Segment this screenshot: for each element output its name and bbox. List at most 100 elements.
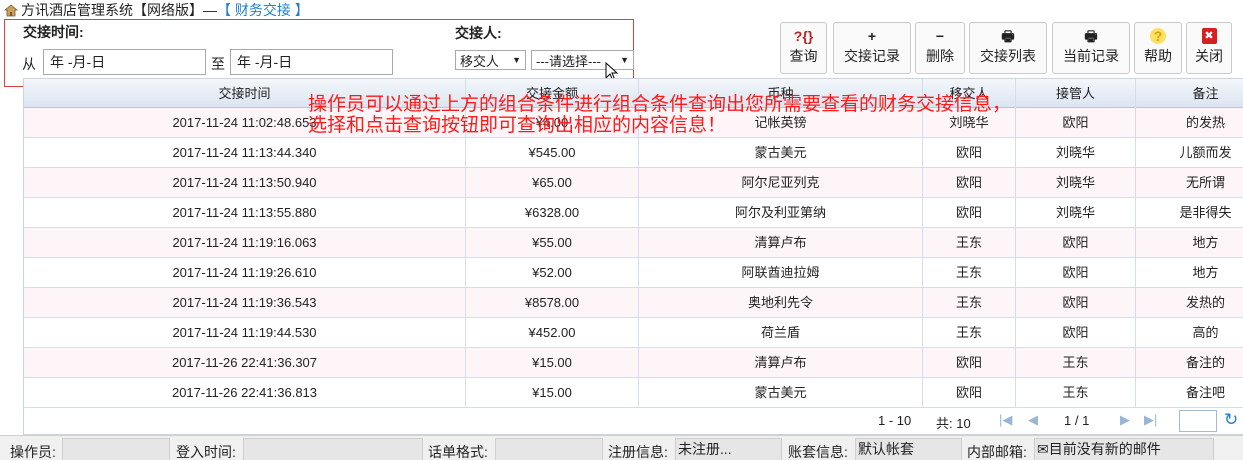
query-button[interactable]: ?{} 查询 bbox=[780, 22, 827, 74]
handover-record-label: 交接记录 bbox=[844, 48, 900, 64]
table-cell: 2017-11-26 22:41:36.813 bbox=[24, 378, 466, 408]
table-cell: 2017-11-24 11:19:16.063 bbox=[24, 228, 466, 258]
page-indicator: 1 / 1 bbox=[1064, 413, 1090, 428]
total-count: 共: 10 bbox=[936, 416, 971, 431]
page-number-input[interactable] bbox=[1179, 410, 1217, 432]
table-row[interactable]: 2017-11-24 11:19:36.543 ¥8578.00 奥地利先令 王东 欧阳… bbox=[24, 288, 1243, 318]
column-header[interactable]: 备注 bbox=[1136, 79, 1243, 109]
table-cell: 2017-11-24 11:19:36.543 bbox=[24, 288, 466, 318]
table-cell: ¥6328.00 bbox=[466, 198, 639, 228]
table-cell: 阿尔尼亚列克 bbox=[639, 168, 923, 198]
minus-icon: − bbox=[935, 28, 945, 44]
table-cell: 备注的 bbox=[1136, 348, 1243, 378]
table-cell: ¥52.00 bbox=[466, 258, 639, 288]
operator-value bbox=[62, 438, 170, 460]
table-row[interactable]: 2017-11-24 11:13:50.940 ¥65.00 阿尔尼亚列克 欧阳 刘晓华… bbox=[24, 168, 1243, 198]
table-cell: 2017-11-24 11:13:44.340 bbox=[24, 138, 466, 168]
table-row[interactable]: 2017-11-26 22:41:36.307 ¥15.00 清算卢布 欧阳 王东 备注的 bbox=[24, 348, 1243, 378]
mail-icon: ✉ bbox=[1037, 441, 1049, 457]
help-button-label: 帮助 bbox=[1144, 48, 1172, 64]
app-title: 方讯酒店管理系统【网络版】— bbox=[21, 2, 217, 18]
mail-value[interactable]: ✉目前没有新的邮件 bbox=[1034, 438, 1214, 460]
date-from-input[interactable] bbox=[43, 49, 206, 75]
table-cell: 欧阳 bbox=[1016, 108, 1136, 138]
pagination-bar: 1 - 10 共: 10 |◀ ◀ 1 / 1 ▶ ▶| ↻ bbox=[23, 408, 1243, 435]
table-cell: 发热的 bbox=[1136, 288, 1243, 318]
table-cell: ¥545.00 bbox=[466, 138, 639, 168]
current-record-button[interactable]: 🖶 当前记录 bbox=[1052, 22, 1130, 74]
current-record-label: 当前记录 bbox=[1063, 48, 1119, 64]
table-row[interactable]: 2017-11-24 11:13:44.340 ¥545.00 蒙古美元 欧阳 刘晓华儿… bbox=[24, 138, 1243, 168]
person-select-value: ---请选择--- bbox=[536, 53, 601, 69]
to-label: 至 bbox=[211, 56, 225, 72]
close-button[interactable]: ✖ 关闭 bbox=[1186, 22, 1232, 74]
table-cell: ¥15.00 bbox=[466, 378, 639, 408]
account-value: 默认帐套 bbox=[855, 438, 962, 460]
close-icon: ✖ bbox=[1201, 28, 1217, 44]
table-cell: 欧阳 bbox=[923, 378, 1016, 408]
table-cell: 刘晓华 bbox=[1016, 138, 1136, 168]
register-label: 注册信息: bbox=[608, 444, 668, 460]
table-cell: ¥452.00 bbox=[466, 318, 639, 348]
prev-page-icon[interactable]: ◀ bbox=[1028, 412, 1038, 428]
person-label: 交接人: bbox=[455, 25, 502, 41]
table-cell: 清算卢布 bbox=[639, 348, 923, 378]
table-cell: ¥65.00 bbox=[466, 168, 639, 198]
first-page-icon[interactable]: |◀ bbox=[999, 412, 1012, 428]
table-cell: 王东 bbox=[1016, 378, 1136, 408]
table-row[interactable]: 2017-11-24 11:19:16.063 ¥55.00 清算卢布 王东 欧阳 地方 bbox=[24, 228, 1243, 258]
table-cell: 欧阳 bbox=[923, 138, 1016, 168]
help-icon: ? bbox=[1150, 28, 1166, 44]
table-cell: 高的 bbox=[1136, 318, 1243, 348]
refresh-icon[interactable]: ↻ bbox=[1224, 410, 1238, 430]
handover-list-button[interactable]: 🖶 交接列表 bbox=[969, 22, 1047, 74]
status-bar: 操作员: 登入时间: 话单格式: 注册信息: 未注册... 账套信息: 默认帐套… bbox=[0, 435, 1243, 460]
page-range: 1 - 10 bbox=[878, 413, 912, 428]
table-cell: 欧阳 bbox=[923, 348, 1016, 378]
column-header[interactable]: 接管人 bbox=[1016, 79, 1136, 109]
table-cell: ¥8578.00 bbox=[466, 288, 639, 318]
table-cell: 蒙古美元 bbox=[639, 138, 923, 168]
from-label: 从 bbox=[22, 56, 36, 72]
next-page-icon[interactable]: ▶ bbox=[1120, 412, 1130, 428]
last-page-icon[interactable]: ▶| bbox=[1144, 412, 1157, 428]
delete-button[interactable]: − 删除 bbox=[915, 22, 965, 74]
table-row[interactable]: 2017-11-24 11:13:55.880 ¥6328.00 阿尔及利亚第纳 欧阳… bbox=[24, 198, 1243, 228]
table-cell: 欧阳 bbox=[923, 198, 1016, 228]
table-cell: 阿尔及利亚第纳 bbox=[639, 198, 923, 228]
table-cell: 蒙古美元 bbox=[639, 378, 923, 408]
table-cell: 王东 bbox=[923, 288, 1016, 318]
table-cell: 刘晓华 bbox=[1016, 198, 1136, 228]
table-cell: 阿联酋迪拉姆 bbox=[639, 258, 923, 288]
date-to-input[interactable] bbox=[230, 49, 393, 75]
table-cell: 王东 bbox=[923, 318, 1016, 348]
handover-list-label: 交接列表 bbox=[980, 48, 1036, 64]
help-button[interactable]: ? 帮助 bbox=[1134, 22, 1182, 74]
table-row[interactable]: 2017-11-24 11:19:44.530 ¥452.00 荷兰盾 王东 欧阳 高的 bbox=[24, 318, 1243, 348]
handover-record-button[interactable]: + 交接记录 bbox=[833, 22, 911, 74]
delete-button-label: 删除 bbox=[926, 48, 954, 64]
table-cell: 是非得失 bbox=[1136, 198, 1243, 228]
table-row[interactable]: 2017-11-26 22:41:36.813 ¥15.00 蒙古美元 欧阳 王东 备注吧 bbox=[24, 378, 1243, 408]
table-cell: 刘晓华 bbox=[1016, 168, 1136, 198]
table-cell: 2017-11-24 11:19:26.610 bbox=[24, 258, 466, 288]
table-cell: 清算卢布 bbox=[639, 228, 923, 258]
table-cell: 欧阳 bbox=[1016, 288, 1136, 318]
login-time-value bbox=[243, 438, 423, 460]
register-value: 未注册... bbox=[675, 438, 782, 460]
table-cell: 无所谓 bbox=[1136, 168, 1243, 198]
table-row[interactable]: 2017-11-24 11:19:26.610 ¥52.00 阿联酋迪拉姆 王东 欧阳地… bbox=[24, 258, 1243, 288]
chevron-down-icon: ▼ bbox=[512, 55, 521, 65]
table-cell: 欧阳 bbox=[1016, 228, 1136, 258]
home-icon bbox=[4, 4, 18, 17]
annotation-line-2: 选择和点击查询按钮即可查询出相应的内容信息！ bbox=[308, 115, 727, 136]
person-type-select[interactable]: 移交人 ▼ bbox=[455, 50, 526, 70]
query-button-label: 查询 bbox=[789, 48, 818, 64]
filter-panel: 交接时间: 从 至 交接人: 移交人 ▼ ---请选择--- ▼ bbox=[4, 19, 634, 87]
format-value bbox=[495, 438, 603, 460]
table-cell: 王东 bbox=[1016, 348, 1136, 378]
table-cell: 2017-11-24 11:13:55.880 bbox=[24, 198, 466, 228]
table-cell: 2017-11-24 11:13:50.940 bbox=[24, 168, 466, 198]
section-title: 【 财务交接 】 bbox=[217, 2, 309, 18]
table-cell: 奥地利先令 bbox=[639, 288, 923, 318]
